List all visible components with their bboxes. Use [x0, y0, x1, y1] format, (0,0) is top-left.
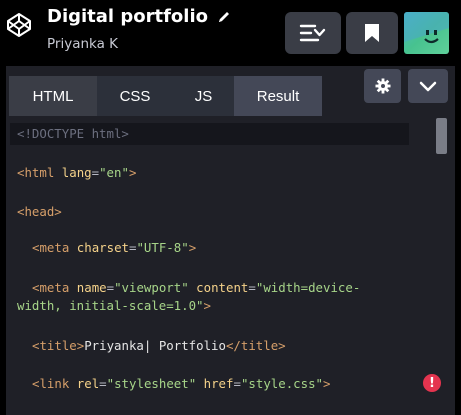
code-token: = [99, 376, 107, 391]
editor-settings-button[interactable] [364, 69, 401, 103]
code-token: > [188, 240, 197, 255]
code-token: name [76, 280, 107, 295]
code-line-5-wrap: width, initial-scale=1.0"> [17, 298, 211, 313]
code-line-3: <head> [17, 204, 62, 219]
tab-js[interactable]: JS [173, 76, 234, 116]
code-token: > [203, 298, 211, 313]
bookmark-icon [365, 24, 379, 42]
error-alert-icon[interactable]: ! [423, 374, 441, 392]
code-token: width, initial-scale=1.0" [17, 298, 204, 313]
code-line-2: <html lang="en"> [17, 165, 136, 180]
bookmark-button[interactable] [346, 12, 398, 54]
tab-result[interactable]: Result [234, 76, 322, 116]
code-token: rel [76, 376, 100, 391]
code-token: "width=device- [255, 280, 361, 295]
code-token: Priyanka| Portfolio [84, 338, 226, 353]
code-token: = [91, 165, 100, 180]
code-token: charset [76, 240, 129, 255]
code-token: <head> [17, 204, 62, 219]
pen-title[interactable]: Digital portfolio [47, 6, 208, 27]
code-line-6: <title>Priyanka| Portfolio</title> [32, 338, 286, 353]
editor-tabs: HTML CSS JS Result [9, 76, 322, 116]
collapse-editor-button[interactable] [408, 69, 448, 103]
author-name[interactable]: Priyanka K [47, 36, 118, 52]
pencil-icon[interactable] [216, 9, 232, 25]
code-token: = [106, 280, 115, 295]
code-line-5: <meta name="viewport" content="width=dev… [32, 280, 360, 295]
code-token: "UTF-8" [136, 240, 189, 255]
code-token: "stylesheet" [106, 376, 197, 391]
code-scrollbar[interactable] [436, 118, 447, 154]
code-line-4: <meta charset="UTF-8"> [32, 240, 196, 255]
code-token: <html [17, 165, 55, 180]
tab-css[interactable]: CSS [97, 76, 173, 116]
code-token: > [128, 165, 137, 180]
codepen-logo-icon[interactable] [6, 12, 32, 38]
code-line-7: <link rel="stylesheet" href="style.css"> [32, 376, 330, 391]
code-token: <meta [32, 280, 70, 295]
code-token: </title> [225, 338, 286, 353]
header-bar: Digital portfolio Priyanka K [0, 0, 461, 66]
code-token: = [233, 376, 241, 391]
gear-icon [375, 78, 390, 94]
code-token: lang [61, 165, 92, 180]
tab-html[interactable]: HTML [9, 76, 97, 116]
list-sort-icon [299, 24, 326, 42]
code-token: <title> [32, 338, 85, 353]
code-token: > [323, 376, 331, 391]
code-line-1: <!DOCTYPE html> [10, 123, 409, 145]
code-token: href [203, 376, 234, 391]
change-view-button[interactable] [285, 12, 341, 54]
code-token: <link [32, 376, 70, 391]
chevron-down-icon [419, 81, 437, 92]
code-token: "en" [99, 165, 129, 180]
code-token: "style.css" [240, 376, 324, 391]
code-token: "viewport" [114, 280, 189, 295]
code-token: content [196, 280, 249, 295]
code-token: <meta [32, 240, 70, 255]
code-token: = [248, 280, 256, 295]
smiley-avatar-icon [404, 12, 449, 54]
avatar[interactable] [404, 12, 449, 54]
